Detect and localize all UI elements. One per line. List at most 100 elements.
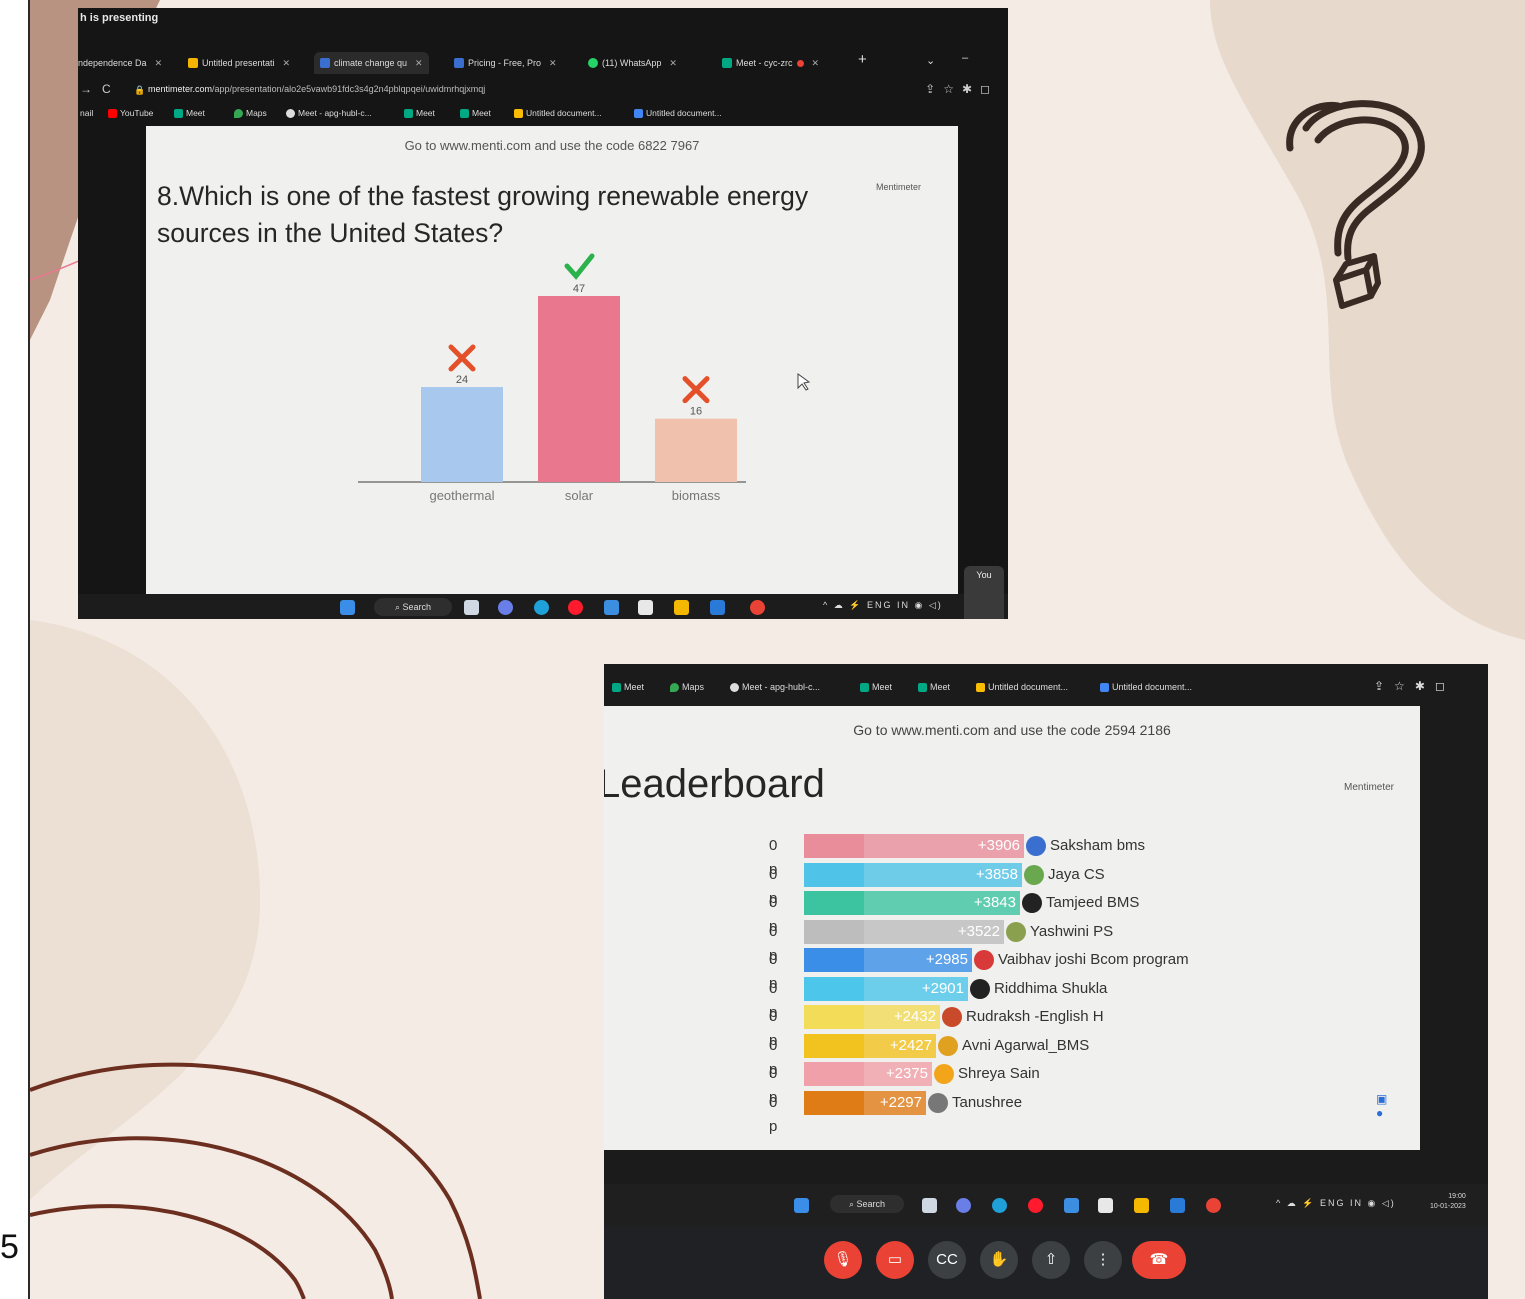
task-view-icon[interactable] — [464, 600, 479, 615]
toolbar-icons[interactable]: ⇪☆✱◻ — [925, 82, 998, 96]
browser-tab[interactable]: Untitled presentati ✕ — [188, 52, 290, 74]
close-tab-icon[interactable]: ✕ — [549, 58, 557, 69]
close-tab-icon[interactable]: ✕ — [669, 58, 677, 69]
bookmark[interactable]: Meet — [174, 108, 205, 118]
participant-name: Vaibhav joshi Bcom program — [998, 951, 1189, 968]
bar-value-label: 24 — [456, 374, 468, 386]
raise-hand-button[interactable]: ✋ — [980, 1241, 1018, 1279]
browser-tab[interactable]: ndependence Da ✕ — [78, 52, 162, 74]
bookmark[interactable]: Untitled document... — [634, 108, 722, 118]
chat-icon[interactable] — [498, 600, 513, 615]
end-call-button[interactable]: ☎ — [1132, 1241, 1186, 1279]
bookmark[interactable]: Maps — [234, 108, 267, 118]
more-options-button[interactable]: ⋮ — [1084, 1241, 1122, 1279]
new-tab-icon[interactable]: + — [858, 51, 867, 68]
participant-panel-icon[interactable]: ▣ ● — [1376, 1092, 1392, 1126]
folder-icon[interactable] — [674, 600, 689, 615]
avatar-icon — [1022, 893, 1042, 913]
join-instructions: Go to www.menti.com and use the code 259… — [853, 722, 1171, 738]
bookmarks-bar: nail YouTube Meet Maps Meet - apg-hubl-c… — [78, 104, 1008, 124]
browser-tab[interactable]: Pricing - Free, Pro ✕ — [454, 52, 557, 74]
taskbar-search[interactable]: ⌕ Search — [374, 598, 452, 616]
chevron-down-icon[interactable]: ⌄ — [926, 54, 935, 67]
maps-icon — [670, 682, 679, 692]
score-delta: +2427 — [889, 1036, 932, 1054]
bookmark[interactable]: Untitled document... — [514, 108, 602, 118]
opera-icon[interactable] — [1028, 1198, 1043, 1213]
taskbar-search[interactable]: ⌕ Search — [830, 1195, 904, 1213]
points-label: 0 p — [769, 1093, 778, 1135]
browser-tab[interactable]: (11) WhatsApp ✕ — [588, 52, 677, 74]
bookmark[interactable]: Meet - apg-hubl-c... — [286, 108, 372, 118]
windows-start-icon[interactable] — [794, 1198, 809, 1213]
app-icon[interactable] — [604, 600, 619, 615]
notes-icon[interactable] — [710, 600, 725, 615]
arc-line-2 — [30, 1136, 394, 1299]
bookmark[interactable]: Meet - apg-hubl-c... — [730, 682, 820, 692]
bar-value-label: 47 — [573, 283, 585, 295]
store-icon[interactable] — [638, 600, 653, 615]
close-tab-icon[interactable]: ✕ — [812, 58, 820, 69]
bookmark[interactable]: Untitled document... — [1100, 682, 1192, 692]
opera-icon[interactable] — [568, 600, 583, 615]
mic-off-button[interactable]: 🎙 — [824, 1241, 862, 1279]
bookmark[interactable]: Meet — [460, 108, 491, 118]
presentation-screenshot-2: Meet Maps Meet - apg-hubl-c... Meet Meet… — [604, 664, 1488, 1299]
bookmark[interactable]: nail — [80, 108, 93, 118]
chrome-icon[interactable] — [1206, 1198, 1221, 1213]
mouse-cursor-icon — [797, 373, 811, 391]
meet-icon — [404, 108, 413, 118]
windows-start-icon[interactable] — [340, 600, 355, 615]
self-view-tile[interactable]: You — [964, 566, 1004, 619]
avatar-icon — [974, 950, 994, 970]
forward-icon[interactable]: → — [80, 82, 92, 96]
clock[interactable]: 19:00 10-01-2023 — [1430, 1192, 1466, 1212]
captions-button[interactable]: CC — [928, 1241, 966, 1279]
avatar-icon — [1024, 864, 1044, 885]
close-tab-icon[interactable]: ✕ — [283, 58, 291, 69]
wrong-cross-icon — [448, 344, 476, 372]
meet-icon — [612, 682, 621, 692]
browser-tab[interactable]: Meet - cyc-zrc ✕ — [722, 52, 819, 74]
bookmark[interactable]: Untitled document... — [976, 682, 1068, 692]
participant-name: Tanushree — [952, 1093, 1023, 1111]
browser-tab-active[interactable]: climate change qu ✕ — [314, 52, 429, 74]
edge-icon[interactable] — [992, 1198, 1007, 1213]
minimize-icon[interactable]: – — [962, 52, 968, 64]
participant-name: Avni Agarwal_BMS — [962, 1036, 1090, 1054]
edge-icon[interactable] — [534, 600, 549, 615]
bar-geothermal — [421, 387, 503, 482]
bookmark[interactable]: Meet — [404, 108, 435, 118]
close-tab-icon[interactable]: ✕ — [415, 58, 423, 69]
system-tray[interactable]: ^ ☁ ⚡ ENG IN ◉ ◁) — [1276, 1198, 1396, 1209]
bookmark[interactable]: Meet — [918, 682, 950, 692]
chat-icon[interactable] — [956, 1198, 971, 1213]
arc-line-3 — [30, 1204, 306, 1299]
mentimeter-icon — [454, 58, 464, 68]
chrome-icon[interactable] — [750, 600, 765, 615]
category-label: solar — [565, 488, 594, 503]
participant-name: Shreya Sain — [958, 1065, 1040, 1082]
question-mark-icon — [1286, 100, 1425, 309]
present-button[interactable]: ⇧ — [1032, 1241, 1070, 1279]
close-tab-icon[interactable]: ✕ — [155, 58, 163, 69]
avatar-icon — [1006, 921, 1026, 942]
drive-icon — [976, 682, 985, 692]
store-icon[interactable] — [1098, 1198, 1113, 1213]
task-view-icon[interactable] — [922, 1198, 937, 1213]
bookmark[interactable]: YouTube — [108, 108, 153, 118]
camera-off-icon: ▭ — [887, 1251, 903, 1268]
url-field[interactable]: mentimeter.com/app/presentation/alo2e5va… — [148, 84, 485, 94]
camera-off-button[interactable]: ▭ — [876, 1241, 914, 1279]
toolbar-icons[interactable]: ⇪☆✱◻ — [1374, 679, 1455, 693]
system-tray[interactable]: ^ ☁ ⚡ ENG IN ◉ ◁) — [823, 600, 943, 611]
reload-icon[interactable]: C — [102, 82, 111, 96]
avatar-icon — [1026, 836, 1046, 856]
bookmark[interactable]: Meet — [612, 682, 644, 692]
app-icon[interactable] — [1064, 1198, 1079, 1213]
notes-icon[interactable] — [1170, 1198, 1185, 1213]
bookmark[interactable]: Meet — [860, 682, 892, 692]
bookmark[interactable]: Maps — [670, 682, 704, 692]
folder-icon[interactable] — [1134, 1198, 1149, 1213]
mentimeter-logo: Mentimeter — [1344, 782, 1395, 793]
